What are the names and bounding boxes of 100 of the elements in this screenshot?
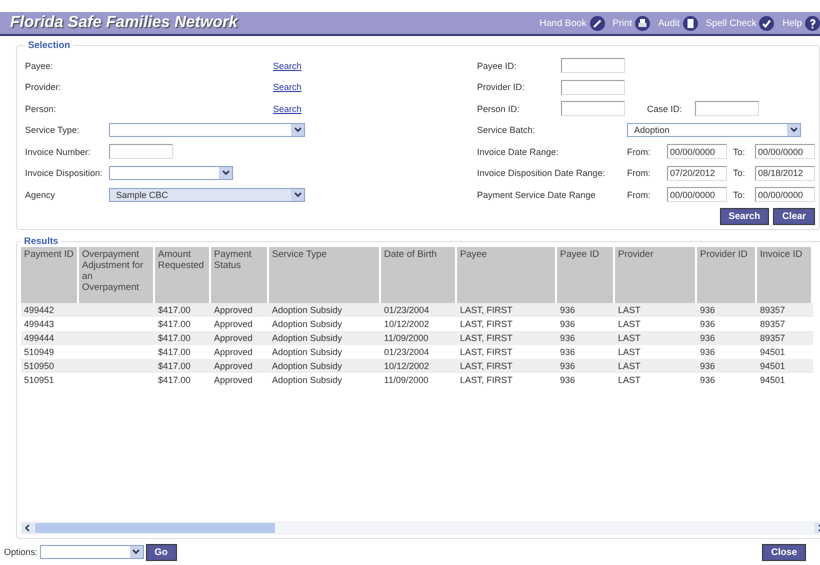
dropdown[interactable]	[109, 123, 305, 138]
search-link[interactable]: Search	[273, 104, 302, 114]
field-label: From:	[627, 146, 652, 157]
field-label: Payee:	[25, 60, 54, 71]
field-label: Agency	[25, 190, 56, 200]
table-cell: LAST, FIRST	[457, 344, 557, 358]
input-field[interactable]	[109, 144, 173, 160]
field-label: Person ID:	[477, 104, 521, 114]
search-button[interactable]: Search	[720, 208, 770, 224]
field-label: Service Type:	[25, 125, 80, 136]
date-field[interactable]: 00/00/0000	[667, 144, 727, 160]
table-cell: 89357	[757, 302, 813, 316]
table-cell: 936	[557, 344, 615, 358]
table-cell: Adoption Subsidy	[269, 316, 381, 330]
caret-icon	[294, 127, 302, 134]
table-cell: LAST	[615, 344, 697, 358]
table-cell: 510950	[21, 358, 79, 372]
table-cell: LAST, FIRST	[457, 358, 557, 372]
table-cell: $417.00	[155, 344, 211, 358]
table-cell: Approved	[211, 372, 269, 386]
table-cell: 01/23/2004	[381, 302, 457, 316]
column-header[interactable]: Payment Status	[211, 246, 269, 302]
table-cell: 499444	[21, 330, 79, 344]
table-cell: 510951	[21, 372, 79, 386]
date-field[interactable]: 08/18/2012	[755, 166, 815, 181]
caret-icon	[790, 127, 798, 134]
table-cell: Adoption Subsidy	[269, 330, 381, 344]
table-cell: 89357	[757, 316, 813, 330]
column-header[interactable]: Service Type	[269, 246, 381, 302]
table-cell: 89357	[757, 330, 813, 344]
field-label: To:	[732, 168, 746, 178]
table-cell: 936	[557, 316, 615, 330]
field-label: Invoice Number:	[25, 146, 92, 157]
column-header[interactable]: Invoice ID	[757, 246, 813, 302]
column-header[interactable]: Provider ID	[697, 246, 757, 302]
input-field[interactable]	[561, 80, 625, 95]
document-icon	[682, 16, 698, 30]
table-cell: 936	[697, 330, 757, 344]
column-header[interactable]: Date of Birth	[381, 246, 457, 302]
options-dropdown[interactable]	[40, 545, 144, 559]
caret-icon	[222, 170, 230, 176]
clear-button[interactable]: Clear	[773, 208, 815, 224]
table-cell: LAST, FIRST	[457, 302, 557, 316]
table-cell: LAST	[615, 372, 697, 386]
table-cell: 11/09/2000	[381, 372, 457, 386]
horizontal-scrollbar[interactable]	[21, 522, 820, 534]
table-cell: Approved	[211, 344, 269, 358]
table-cell: 936	[697, 316, 757, 330]
app-title: Florida Safe Families Network	[10, 14, 238, 32]
table-cell: LAST	[615, 330, 697, 344]
column-header[interactable]: Overpayment Adjustment for an Overpayment	[79, 246, 155, 302]
field-label: Payee ID:	[477, 60, 518, 71]
field-label: Case ID:	[647, 104, 684, 114]
date-field[interactable]: 00/00/0000	[755, 187, 815, 202]
search-link[interactable]: Search	[273, 60, 302, 71]
column-header[interactable]: Amount Requested	[155, 246, 211, 302]
caret-icon	[294, 192, 302, 198]
table-cell: $417.00	[155, 330, 211, 344]
field-label: Provider:	[25, 82, 62, 92]
table-cell: Approved	[211, 330, 269, 344]
field-label: From:	[627, 168, 652, 178]
table-cell: Approved	[211, 358, 269, 372]
table-cell: 94501	[757, 358, 813, 372]
table-cell: LAST	[615, 302, 697, 316]
column-header[interactable]: Provider	[615, 246, 697, 302]
date-field[interactable]: 07/20/2012	[667, 166, 727, 181]
table-cell: 510949	[21, 344, 79, 358]
dropdown[interactable]: Sample CBC	[109, 188, 305, 202]
column-header[interactable]: Payee ID	[557, 246, 615, 302]
table-cell: Adoption Subsidy	[269, 372, 381, 386]
field-label: To:	[732, 146, 746, 157]
field-label: Payment Service Date Range	[477, 190, 597, 200]
input-field[interactable]	[561, 58, 625, 74]
input-field[interactable]	[695, 101, 759, 116]
section-title: Results	[23, 236, 60, 246]
input-field[interactable]	[561, 101, 625, 116]
table-cell: $417.00	[155, 302, 211, 316]
table-cell: LAST, FIRST	[457, 316, 557, 330]
dropdown[interactable]: Adoption	[627, 123, 801, 138]
field-label: Provider ID:	[477, 82, 526, 92]
table-cell: LAST	[615, 316, 697, 330]
table-cell: LAST, FIRST	[457, 372, 557, 386]
date-field[interactable]: 00/00/0000	[667, 187, 727, 202]
table-cell: 10/12/2002	[381, 316, 457, 330]
dropdown[interactable]	[109, 166, 233, 180]
go-button[interactable]: Go	[146, 544, 177, 560]
pencil-icon	[590, 16, 605, 30]
field-label: From:	[627, 190, 652, 200]
caret-icon	[132, 549, 140, 555]
close-button[interactable]: Close	[762, 544, 806, 560]
table-cell: LAST, FIRST	[457, 330, 557, 344]
help-icon	[805, 16, 820, 30]
date-field[interactable]: 00/00/0000	[755, 144, 815, 160]
column-header[interactable]: Payment ID	[21, 246, 79, 302]
checkmark-icon	[759, 16, 774, 30]
table-cell: Approved	[211, 302, 269, 316]
field-label: To:	[732, 190, 746, 200]
table-cell: Approved	[211, 316, 269, 330]
column-header[interactable]: Payee	[457, 246, 557, 302]
search-link[interactable]: Search	[273, 82, 302, 92]
